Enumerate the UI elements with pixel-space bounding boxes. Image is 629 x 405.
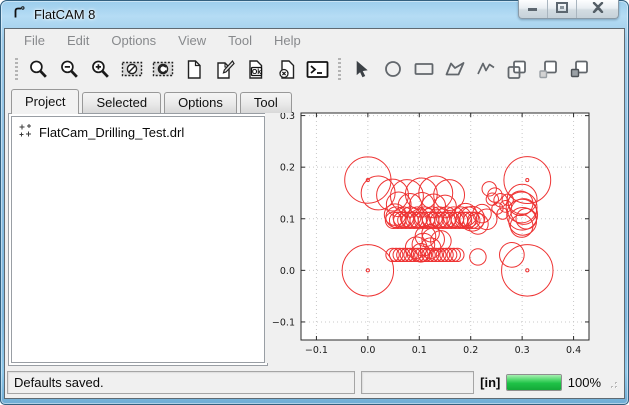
shell-icon (306, 60, 329, 79)
edit-file-button[interactable] (209, 55, 240, 83)
progress-bar (506, 374, 561, 391)
union-icon (506, 59, 528, 80)
intersect-button[interactable] (563, 55, 594, 83)
client-area: File Edit Options View Tool Help (4, 28, 625, 399)
tab-project[interactable]: Project (11, 89, 79, 114)
menu-view[interactable]: View (167, 29, 217, 52)
window-controls (518, 0, 619, 19)
tree-item-label: FlatCam_Drilling_Test.drl (39, 125, 184, 140)
draw-circle-button[interactable] (377, 55, 408, 83)
svg-text:0.4: 0.4 (566, 345, 581, 356)
svg-text:0.1: 0.1 (280, 214, 295, 225)
svg-text:0.2: 0.2 (280, 163, 295, 174)
app-window: FlatCAM 8 File Edit Options View Tool He… (0, 0, 629, 405)
replot-button[interactable] (147, 55, 178, 83)
new-file-icon (184, 59, 204, 80)
zoom-fit-button[interactable] (23, 55, 54, 83)
status-message: Defaults saved. (7, 371, 355, 394)
new-file-button[interactable] (178, 55, 209, 83)
replot-icon (152, 59, 174, 79)
minimize-button[interactable] (519, 0, 548, 18)
plot-canvas[interactable]: −0.10.00.10.20.30.4−0.10.00.10.20.3 (265, 97, 620, 363)
close-button[interactable] (577, 0, 618, 18)
zoom-out-icon (59, 59, 80, 80)
drill-marks-icon (18, 123, 33, 141)
svg-text:−0.1: −0.1 (305, 345, 328, 356)
minimize-icon (527, 0, 539, 18)
tab-bar: Project Selected Options Tool (11, 88, 295, 113)
tree-item-drill-file[interactable]: FlatCam_Drilling_Test.drl (16, 122, 260, 142)
shell-button[interactable] (302, 55, 333, 83)
select-tool-button[interactable] (346, 55, 377, 83)
svg-text:−0.1: −0.1 (272, 317, 295, 328)
svg-text:0.1: 0.1 (412, 345, 427, 356)
clear-plot-icon (121, 59, 143, 79)
cancel-file-button[interactable] (271, 55, 302, 83)
select-arrow-icon (352, 59, 372, 79)
status-bar: Defaults saved. [in] 100% (5, 368, 624, 396)
clear-plot-button[interactable] (116, 55, 147, 83)
project-tree-frame: FlatCam_Drilling_Test.drl (8, 113, 268, 366)
draw-rectangle-button[interactable] (408, 55, 439, 83)
subtract-icon (537, 59, 559, 80)
menu-file[interactable]: File (13, 29, 56, 52)
svg-text:0.2: 0.2 (463, 345, 478, 356)
tab-options[interactable]: Options (164, 92, 237, 113)
close-icon (592, 0, 604, 18)
tab-selected[interactable]: Selected (82, 92, 161, 113)
drill-plot[interactable]: −0.10.00.10.20.30.4−0.10.00.10.20.3 (265, 97, 620, 363)
cancel-file-icon (277, 59, 297, 80)
progress-fill (507, 375, 560, 390)
ok-file-icon: Ok (246, 59, 266, 80)
union-button[interactable] (501, 55, 532, 83)
zoom-out-button[interactable] (54, 55, 85, 83)
intersect-icon (568, 59, 590, 80)
toolbar: Ok (5, 52, 624, 86)
subtract-button[interactable] (532, 55, 563, 83)
menu-tool[interactable]: Tool (217, 29, 263, 52)
resize-grip-icon[interactable] (607, 376, 618, 394)
draw-polyline-icon (475, 59, 497, 79)
draw-polygon-icon (444, 59, 466, 79)
toolbar-grip[interactable] (15, 58, 18, 80)
toolbar-grip[interactable] (338, 58, 341, 80)
draw-polygon-button[interactable] (439, 55, 470, 83)
units-label: [in] (480, 375, 500, 390)
svg-text:0.0: 0.0 (360, 345, 375, 356)
ok-file-button[interactable]: Ok (240, 55, 271, 83)
progress-percent: 100% (568, 375, 601, 390)
menu-options[interactable]: Options (100, 29, 167, 52)
window-title: FlatCAM 8 (34, 7, 95, 22)
status-aux-field (361, 371, 474, 394)
draw-polyline-button[interactable] (470, 55, 501, 83)
svg-text:Ok: Ok (251, 69, 260, 76)
maximize-icon (556, 0, 568, 18)
svg-text:0.0: 0.0 (280, 266, 295, 277)
tab-tool[interactable]: Tool (240, 92, 292, 113)
zoom-fit-icon (28, 59, 49, 80)
menu-bar: File Edit Options View Tool Help (5, 29, 624, 52)
zoom-in-button[interactable] (85, 55, 116, 83)
flatcam-logo-icon (11, 4, 27, 25)
menu-help[interactable]: Help (263, 29, 312, 52)
draw-rectangle-icon (413, 59, 435, 79)
svg-text:0.3: 0.3 (515, 345, 530, 356)
maximize-button[interactable] (548, 0, 577, 18)
draw-circle-icon (383, 59, 403, 79)
project-tree: FlatCam_Drilling_Test.drl (11, 116, 265, 363)
menu-edit[interactable]: Edit (56, 29, 100, 52)
zoom-in-icon (90, 59, 111, 80)
edit-file-icon (214, 59, 236, 80)
